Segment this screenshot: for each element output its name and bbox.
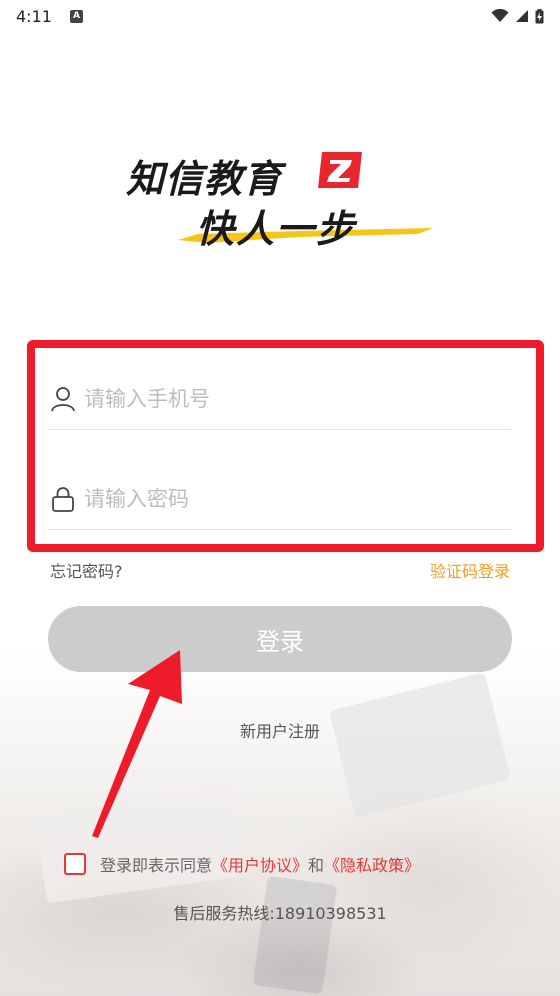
status-time: 4:11 — [16, 6, 52, 26]
forgot-password-link[interactable]: 忘记密码? — [50, 558, 123, 582]
signal-icon — [516, 10, 528, 22]
status-icons — [491, 8, 544, 24]
phone-input[interactable] — [84, 386, 484, 411]
agreement-row: 登录即表示同意 《用户协议》 和 《隐私政策》 — [64, 852, 420, 876]
user-icon — [51, 386, 75, 411]
wifi-icon — [491, 9, 509, 22]
brand-logo: 知信教育 快人一步 — [120, 140, 440, 255]
status-bar: 4:11 A — [0, 0, 560, 32]
user-agreement-link[interactable]: 《用户协议》 — [212, 852, 308, 876]
a-icon: A — [69, 9, 83, 23]
annotation-arrow-icon — [92, 650, 182, 838]
agreement-prefix: 登录即表示同意 — [100, 856, 213, 875]
password-field[interactable] — [48, 468, 511, 530]
password-input[interactable] — [84, 486, 484, 511]
battery-charging-icon — [535, 8, 544, 23]
agreement-checkbox[interactable] — [64, 853, 86, 875]
lock-icon — [52, 486, 74, 512]
logo-text-line2: 快人一步 — [196, 207, 357, 251]
sms-login-link[interactable]: 验证码登录 — [430, 558, 510, 582]
service-hotline: 售后服务热线:18910398531 — [173, 904, 387, 923]
privacy-policy-link[interactable]: 《隐私政策》 — [324, 852, 420, 876]
agreement-and: 和 — [308, 856, 325, 875]
logo-badge-icon — [318, 152, 362, 188]
background-tablet-shape — [252, 875, 338, 995]
logo-text-line1: 知信教育 — [126, 157, 283, 201]
phone-field[interactable] — [48, 368, 511, 430]
background-paper-shape — [329, 672, 511, 818]
